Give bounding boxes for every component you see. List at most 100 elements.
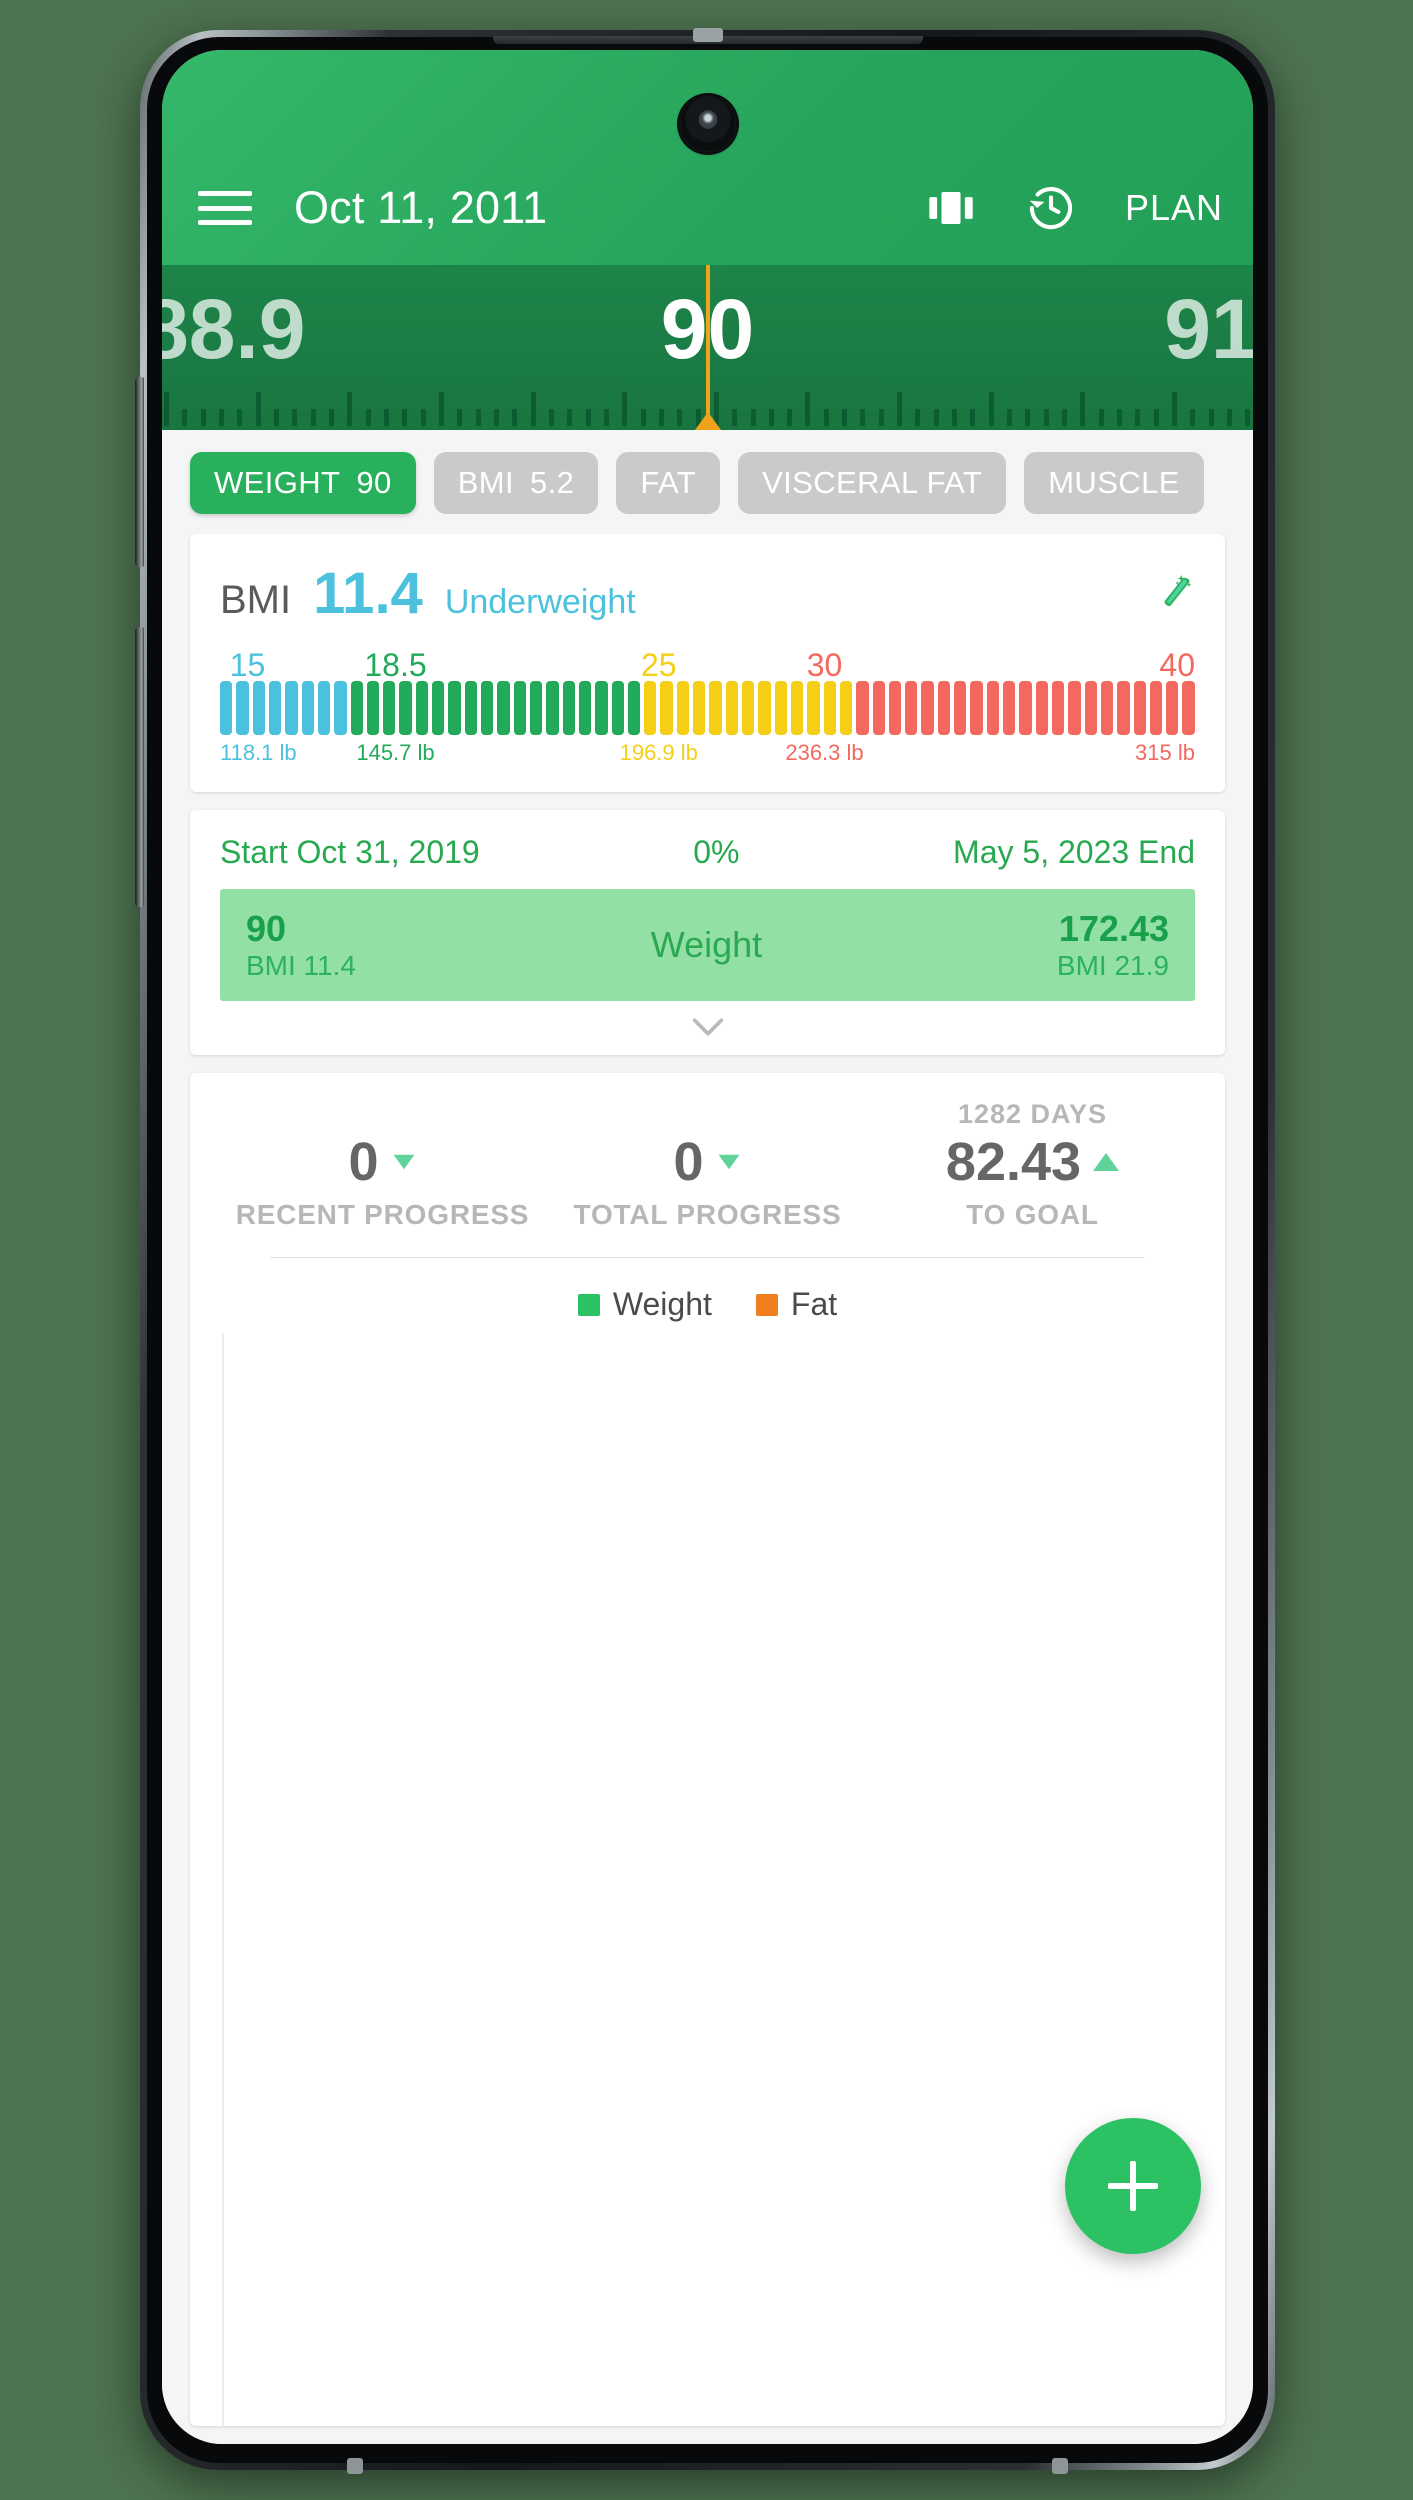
- chip-label: FAT: [640, 465, 697, 500]
- bmi-scale-bar: [1035, 681, 1048, 735]
- goal-card[interactable]: Start Oct 31, 2019 0% May 5, 2023 End 90…: [190, 810, 1225, 1055]
- trend-down-icon: [718, 1154, 739, 1170]
- legend-item-fat[interactable]: Fat: [755, 1286, 838, 1323]
- stat-recent-progress[interactable]: 0 RECENT PROGRESS: [220, 1099, 545, 1231]
- ruler-tick: [438, 392, 444, 426]
- stat-label: TO GOAL: [966, 1199, 1099, 1230]
- stat-value-row: 0: [673, 1135, 741, 1189]
- ruler-tick: [200, 409, 206, 426]
- ruler-tick: [1043, 409, 1049, 426]
- goal-target-value: 172.43: [1058, 908, 1169, 950]
- toolbar: Oct 11, 2011 PLAN: [162, 163, 1253, 253]
- stat-value: 0: [673, 1132, 704, 1192]
- chip-fat[interactable]: FAT: [616, 452, 721, 514]
- bmi-scale-bar: [758, 681, 771, 735]
- trend-up-icon: [1093, 1153, 1120, 1171]
- ruler-tick: [1245, 409, 1251, 426]
- bmi-scale-bar: [366, 681, 380, 735]
- ruler-tick: [1172, 392, 1178, 426]
- page-title: Oct 11, 2011: [294, 182, 548, 233]
- bmi-scale-bar: [1003, 681, 1016, 735]
- ruler-indicator: [705, 265, 710, 430]
- goal-progress-bar[interactable]: 90 BMI 11.4 Weight 172.43 BMI 21.9: [220, 889, 1195, 1001]
- chevron-down-icon[interactable]: [220, 1001, 1195, 1047]
- bmi-scale-bar: [448, 681, 461, 735]
- bmi-scale-bar: [252, 681, 265, 735]
- bmi-scale-bar: [921, 681, 934, 735]
- ruler-value-left: 88.9: [162, 282, 306, 376]
- front-camera: [679, 96, 736, 152]
- weight-ruler[interactable]: 88.9 90 91.: [162, 265, 1253, 430]
- ruler-tick: [897, 392, 903, 426]
- frame-antenna-nub-top: [692, 28, 723, 42]
- bmi-scale-bar: [1084, 681, 1097, 735]
- bmi-scale-bar: [986, 681, 999, 735]
- bmi-scale-bar: [676, 681, 690, 735]
- ruler-tick: [952, 409, 958, 426]
- magic-wand-icon[interactable]: [1153, 573, 1195, 615]
- ruler-tick: [402, 409, 408, 426]
- ruler-tick: [805, 392, 811, 426]
- bmi-scale-bar: [415, 681, 429, 735]
- ruler-tick: [493, 409, 499, 426]
- ruler-tick: [933, 409, 939, 426]
- ruler-tick: [860, 409, 866, 426]
- ruler-tick: [768, 409, 774, 426]
- legend-label: Weight: [612, 1286, 712, 1322]
- chip-visceral-fat[interactable]: VISCERAL FAT: [738, 452, 1007, 514]
- legend-label: Fat: [790, 1286, 838, 1322]
- metric-chips-row[interactable]: WEIGHT 90 BMI 5.2 FAT VISCERAL FAT MUSCLE: [162, 430, 1253, 534]
- bmi-scale-bar: [595, 681, 608, 735]
- bmi-tick-weight: 236.3 lb: [785, 740, 864, 765]
- bmi-scale-bar: [301, 681, 314, 735]
- goal-current-value: 90: [246, 908, 287, 950]
- chart-plot-area[interactable]: [222, 1333, 1195, 2426]
- add-record-fab[interactable]: [1065, 2118, 1201, 2254]
- hamburger-icon[interactable]: [198, 186, 252, 230]
- bmi-scale-bar: [481, 681, 494, 735]
- goal-target: 172.43 BMI 21.9: [1057, 908, 1169, 981]
- compare-carousel-icon[interactable]: [925, 182, 977, 234]
- legend-item-weight[interactable]: Weight: [577, 1286, 712, 1323]
- history-clock-icon[interactable]: [1025, 182, 1077, 234]
- phone-frame: Oct 11, 2011 PLAN 88.9 90 91 WEIGHT 90 B…: [135, 28, 1275, 2474]
- bmi-card[interactable]: BMI 11.4 Underweight 15 18.5 25 30 40 11…: [190, 534, 1225, 792]
- stat-value: 0: [348, 1132, 379, 1192]
- ruler-tick: [347, 392, 353, 426]
- volume-button[interactable]: [135, 377, 144, 567]
- bmi-tick-value: 30: [806, 647, 843, 683]
- chip-muscle[interactable]: MUSCLE: [1024, 452, 1204, 514]
- bmi-scale-bar: [627, 681, 641, 735]
- ruler-tick: [548, 409, 554, 426]
- bmi-tick-value: 15: [229, 647, 266, 683]
- ruler-tick: [585, 409, 591, 426]
- ruler-tick: [603, 409, 609, 426]
- plan-button[interactable]: PLAN: [1125, 187, 1223, 229]
- bmi-scale-bar: [725, 681, 738, 735]
- chart-legend[interactable]: Weight Fat: [220, 1258, 1195, 1333]
- chip-bmi[interactable]: BMI 5.2: [433, 452, 599, 514]
- bmi-scale-bar: [529, 681, 543, 735]
- bmi-scale-bar: [1133, 681, 1146, 735]
- bmi-scale-bar: [546, 681, 559, 735]
- ruler-tick: [750, 409, 756, 426]
- ruler-tick: [292, 409, 298, 426]
- bmi-scale-bar: [807, 681, 820, 735]
- ruler-tick: [787, 409, 793, 426]
- legend-swatch: [755, 1293, 778, 1316]
- chip-weight[interactable]: WEIGHT 90: [190, 452, 416, 514]
- progress-chart-card[interactable]: 0 RECENT PROGRESS 0 TOTAL PROGRESS 1282 DAYS…: [190, 1073, 1225, 2426]
- stat-to-goal[interactable]: 1282 DAYS 82.43 TO GOAL: [870, 1099, 1195, 1231]
- bmi-scale-bar: [709, 681, 722, 735]
- ruler-tick: [310, 409, 316, 426]
- bmi-scale-bar: [888, 681, 902, 735]
- ruler-tick: [1117, 409, 1123, 426]
- bmi-scale-bar: [432, 681, 445, 735]
- bmi-scale-bar: [1166, 681, 1179, 735]
- bmi-scale-bottom-labels: 118.1 lb 145.7 lb 196.9 lb 236.3 lb 315 lb: [220, 740, 1195, 770]
- ruler-tick: [273, 409, 279, 426]
- bmi-scale-bar: [220, 681, 233, 735]
- stat-total-progress[interactable]: 0 TOTAL PROGRESS: [545, 1099, 870, 1231]
- power-button[interactable]: [135, 627, 144, 907]
- frame-antenna-nub-left: [347, 2458, 363, 2474]
